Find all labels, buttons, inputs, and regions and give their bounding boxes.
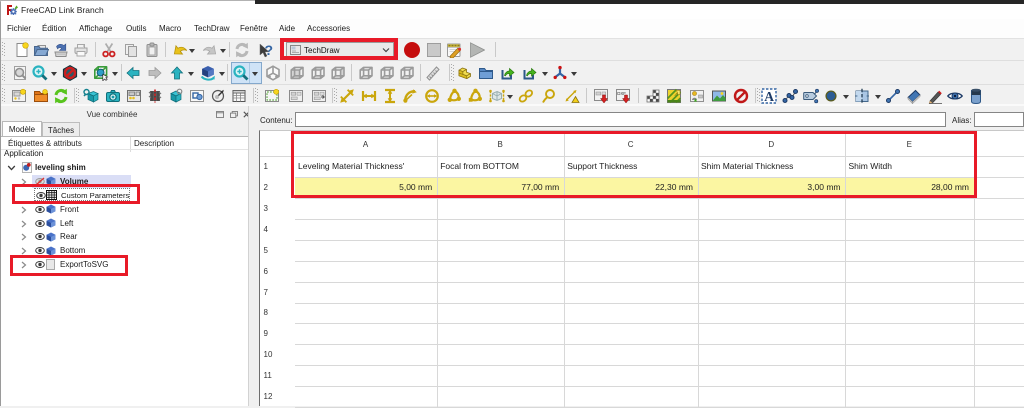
svg-text:A: A [764,89,774,104]
